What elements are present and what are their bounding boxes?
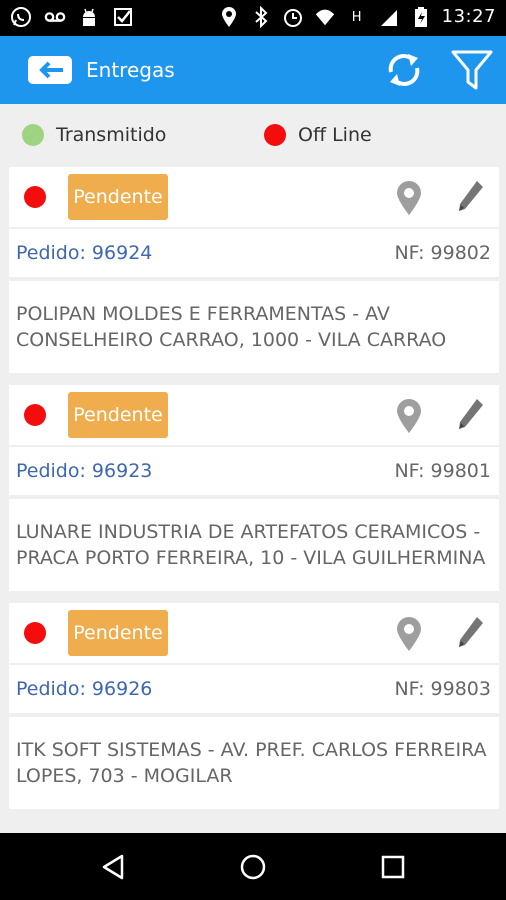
wifi-icon bbox=[314, 6, 336, 28]
nf-number: NF: 99803 bbox=[394, 678, 491, 700]
arrow-left-icon bbox=[39, 61, 63, 79]
delivery-card[interactable]: Pendente Pedido: 96926 NF: 99803 ITK SOF… bbox=[9, 603, 499, 809]
card-address-row: ITK SOFT SISTEMAS - AV. PREF. CARLOS FER… bbox=[9, 717, 499, 809]
delivery-card[interactable]: Pendente Pedido: 96924 NF: 99802 POLIPAN… bbox=[9, 167, 499, 373]
bluetooth-icon bbox=[250, 6, 272, 28]
card-header: Pendente bbox=[9, 603, 499, 663]
legend-label: Transmitido bbox=[56, 124, 167, 146]
red-dot-icon bbox=[264, 124, 286, 146]
clock-time: 13:27 bbox=[441, 6, 496, 27]
map-button[interactable] bbox=[395, 180, 423, 216]
card-header: Pendente bbox=[9, 167, 499, 227]
whatsapp-icon bbox=[10, 6, 32, 28]
edit-button[interactable] bbox=[455, 179, 485, 215]
card-info-row: Pedido: 96924 NF: 99802 bbox=[9, 229, 499, 277]
edit-button[interactable] bbox=[455, 397, 485, 433]
card-header: Pendente bbox=[9, 385, 499, 445]
circle-home-icon bbox=[240, 854, 266, 880]
filter-button[interactable] bbox=[450, 48, 494, 92]
edit-button[interactable] bbox=[455, 615, 485, 651]
battery-icon bbox=[410, 6, 432, 28]
offline-dot-icon bbox=[24, 404, 46, 426]
pedido-number: Pedido: 96926 bbox=[16, 678, 153, 700]
status-badge: Pendente bbox=[68, 174, 168, 220]
voicemail-icon bbox=[44, 6, 66, 28]
legend-label: Off Line bbox=[298, 124, 372, 146]
legend-transmitido: Transmitido bbox=[22, 124, 166, 146]
triangle-back-icon bbox=[102, 854, 124, 880]
pencil-icon bbox=[459, 181, 483, 211]
status-legend: Transmitido Off Line bbox=[0, 104, 506, 166]
refresh-button[interactable] bbox=[384, 50, 424, 90]
android-icon bbox=[78, 6, 100, 28]
nf-number: NF: 99802 bbox=[394, 242, 491, 264]
status-badge: Pendente bbox=[68, 610, 168, 656]
network-type-label: H bbox=[351, 9, 362, 25]
h-signal-icon: H bbox=[346, 6, 368, 28]
status-badge: Pendente bbox=[68, 392, 168, 438]
card-info-row: Pedido: 96923 NF: 99801 bbox=[9, 447, 499, 495]
nav-recents-button[interactable] bbox=[377, 851, 409, 883]
offline-dot-icon bbox=[24, 622, 46, 644]
offline-dot-icon bbox=[24, 186, 46, 208]
checkmark-app-icon bbox=[112, 6, 134, 28]
nav-home-button[interactable] bbox=[237, 851, 269, 883]
system-nav-bar bbox=[0, 833, 506, 900]
signal-icon bbox=[378, 6, 400, 28]
map-pin-icon bbox=[397, 617, 421, 651]
pencil-icon bbox=[459, 399, 483, 429]
delivery-address: ITK SOFT SISTEMAS - AV. PREF. CARLOS FER… bbox=[16, 739, 487, 787]
card-info-row: Pedido: 96926 NF: 99803 bbox=[9, 665, 499, 713]
pencil-icon bbox=[459, 617, 483, 647]
green-dot-icon bbox=[22, 124, 44, 146]
map-button[interactable] bbox=[395, 616, 423, 652]
pedido-number: Pedido: 96923 bbox=[16, 460, 153, 482]
card-address-row: POLIPAN MOLDES E FERRAMENTAS - AV CONSEL… bbox=[9, 281, 499, 373]
pedido-number: Pedido: 96924 bbox=[16, 242, 153, 264]
map-pin-icon bbox=[397, 181, 421, 215]
square-recents-icon bbox=[381, 855, 405, 879]
alarm-icon bbox=[282, 6, 304, 28]
map-button[interactable] bbox=[395, 398, 423, 434]
app-bar: Entregas bbox=[0, 36, 506, 104]
nf-number: NF: 99801 bbox=[394, 460, 491, 482]
status-bar: H 13:27 bbox=[0, 0, 506, 36]
map-pin-icon bbox=[397, 399, 421, 433]
page-title: Entregas bbox=[86, 58, 175, 82]
refresh-icon bbox=[388, 54, 420, 86]
location-icon bbox=[218, 6, 240, 28]
back-button[interactable] bbox=[28, 56, 72, 84]
card-address-row: LUNARE INDUSTRIA DE ARTEFATOS CERAMICOS … bbox=[9, 499, 499, 591]
filter-icon bbox=[451, 50, 493, 90]
delivery-address: LUNARE INDUSTRIA DE ARTEFATOS CERAMICOS … bbox=[16, 521, 486, 569]
delivery-card[interactable]: Pendente Pedido: 96923 NF: 99801 LUNARE … bbox=[9, 385, 499, 591]
delivery-address: POLIPAN MOLDES E FERRAMENTAS - AV CONSEL… bbox=[16, 303, 447, 351]
legend-offline: Off Line bbox=[264, 124, 372, 146]
nav-back-button[interactable] bbox=[97, 851, 129, 883]
